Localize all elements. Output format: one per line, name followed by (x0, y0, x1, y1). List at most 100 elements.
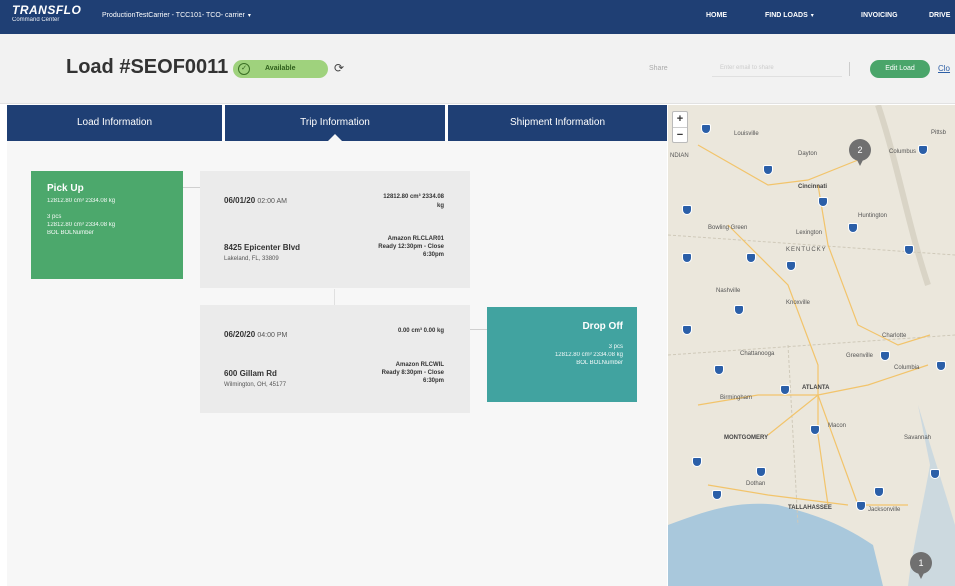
stop-time: 04:00 PM (257, 332, 288, 339)
map-label-columbia: Columbia (894, 365, 920, 371)
map-pin-stop-2[interactable]: 2 (849, 139, 871, 167)
nav-find-loads[interactable]: FIND LOADS ▾ (765, 12, 814, 19)
stop-ready-window: Ready 8:30pm - Close (381, 370, 444, 376)
share-email-input[interactable]: Enter email to share (712, 61, 842, 77)
pickup-pieces: 3 pcs (47, 214, 62, 220)
tab-shipment-information[interactable]: Shipment Information (448, 105, 667, 141)
pickup-measure-detail: 12812.80 cm³ 2334.08 kg (47, 222, 116, 228)
stop-date: 06/01/20 02:00 AM (224, 196, 287, 205)
carrier-selector[interactable]: ProductionTestCarrier - TCC101- TCO- car… (102, 12, 251, 19)
tab-trip-information[interactable]: Trip Information (225, 105, 445, 142)
nav-invoicing[interactable]: INVOICING (861, 12, 898, 19)
pin-number: 2 (849, 139, 871, 161)
interstate-shield-icon (930, 469, 940, 479)
top-nav-bar: TRANSFLO Command Center ProductionTestCa… (0, 0, 955, 34)
map-label-huntington: Huntington (858, 213, 888, 219)
interstate-shield-icon (780, 385, 790, 395)
map-label-louisville: Louisville (734, 131, 759, 137)
chevron-down-icon: ▾ (247, 13, 251, 19)
divider (849, 62, 850, 76)
map-label-dothan: Dothan (746, 481, 766, 487)
map-terrain (668, 105, 955, 586)
nav-home[interactable]: HOME (706, 12, 727, 19)
share-label: Share (649, 65, 668, 72)
pickup-bol: BOL BOLNumber (47, 230, 94, 236)
map-label-columbus: Columbus (889, 149, 917, 155)
pickup-card[interactable]: Pick Up 12812.80 cm³ 2334.08 kg 3 pcs 12… (31, 171, 183, 279)
stop-measure-unit: kg (436, 203, 444, 209)
chevron-down-icon: ▾ (810, 13, 814, 19)
stop-hours: Amazon RLCWIL Ready 8:30pm - Close 6:30p… (334, 361, 444, 385)
close-link[interactable]: Clo (938, 64, 950, 73)
stop-city: Wilmington, OH, 45177 (224, 382, 287, 388)
stop-measure: 0.00 cm³ 0.00 kg (334, 327, 444, 336)
map-label-cincinnati: Cincinnati (798, 184, 828, 190)
pin-number: 1 (910, 552, 932, 574)
nav-drivers[interactable]: DRIVE (929, 12, 950, 19)
connector-line (470, 329, 487, 330)
stop-date-value: 06/20/20 (224, 330, 256, 339)
pickup-title: Pick Up (47, 183, 84, 194)
map-label-indianapolis: NDIAN (670, 153, 689, 159)
interstate-shield-icon (682, 253, 692, 263)
map-pin-stop-1[interactable]: 1 (910, 552, 932, 580)
interstate-shield-icon (682, 205, 692, 215)
stop-card-pickup[interactable]: 06/01/20 02:00 AM 12812.80 cm³ 2334.08 k… (200, 171, 470, 288)
map-label-lexington: Lexington (796, 230, 823, 236)
refresh-icon[interactable]: ⟳ (334, 61, 344, 75)
interstate-shield-icon (746, 253, 756, 263)
stop-date: 06/20/20 04:00 PM (224, 330, 287, 339)
check-circle-icon: ✓ (238, 63, 250, 75)
stop-hours: Amazon RLCLAR01 Ready 12:30pm - Close 6:… (334, 235, 444, 259)
stop-close-time: 6:30pm (422, 378, 444, 384)
carrier-selector-label: ProductionTestCarrier - TCC101- TCO- car… (102, 12, 245, 19)
interstate-shield-icon (786, 261, 796, 271)
status-badge[interactable]: ✓ Available (233, 60, 328, 78)
stop-date-value: 06/01/20 (224, 196, 256, 205)
tab-load-information[interactable]: Load Information (7, 105, 222, 141)
stop-ready-window: Ready 12:30pm - Close (378, 244, 444, 250)
edit-load-button[interactable]: Edit Load (870, 60, 930, 78)
nav-find-loads-label: FIND LOADS (765, 12, 808, 19)
interstate-shield-icon (848, 223, 858, 233)
interstate-shield-icon (763, 165, 773, 175)
dropoff-card[interactable]: Drop Off 3 pcs 12812.80 cm³ 2334.08 kg B… (487, 307, 637, 402)
stop-city: Lakeland, FL, 33809 (224, 256, 279, 262)
stop-card-dropoff[interactable]: 06/20/20 04:00 PM 0.00 cm³ 0.00 kg 600 G… (200, 305, 470, 413)
map-label-tallahassee: TALLAHASSEE (788, 505, 832, 511)
stop-street: 600 Gillam Rd (224, 369, 277, 378)
map-label-savannah: Savannah (904, 435, 932, 441)
interstate-shield-icon (714, 365, 724, 375)
dropoff-bol: BOL BOLNumber (576, 360, 623, 366)
map-label-macon: Macon (828, 423, 847, 429)
map-label-knoxville: Knoxville (786, 300, 811, 306)
stop-time: 02:00 AM (257, 198, 287, 205)
dropoff-title: Drop Off (582, 321, 623, 332)
stop-close-time: 6:30pm (422, 252, 444, 258)
interstate-shield-icon (712, 490, 722, 500)
map-label-chattanooga: Chattanooga (740, 351, 775, 357)
connector-line (334, 289, 335, 305)
interstate-shield-icon (918, 145, 928, 155)
interstate-shield-icon (818, 197, 828, 207)
route-map[interactable]: + − NDIAN Louisville Dayton Columbus Pit… (668, 105, 955, 586)
map-label-birmingham: Birmingham (720, 395, 753, 401)
interstate-shield-icon (874, 487, 884, 497)
logo-subtitle: Command Center (12, 17, 60, 23)
pickup-measure: 12812.80 cm³ 2334.08 kg (47, 198, 116, 204)
interstate-shield-icon (856, 501, 866, 511)
interstate-shield-icon (734, 305, 744, 315)
load-header: Load #SEOF0011 ✓ Available ⟳ Share Enter… (0, 34, 955, 104)
transflo-logo[interactable]: TRANSFLO Command Center (12, 4, 81, 23)
stop-measure-line: 12812.80 cm³ 2334.08 (383, 194, 444, 200)
map-label-montgomery: MONTGOMERY (724, 435, 769, 441)
interstate-shield-icon (756, 467, 766, 477)
map-zoom-control: + − (672, 111, 688, 143)
map-label-charlotte: Charlotte (882, 333, 907, 339)
interstate-shield-icon (810, 425, 820, 435)
stop-facility: Amazon RLCWIL (395, 362, 444, 368)
zoom-in-button[interactable]: + (673, 112, 687, 127)
interstate-shield-icon (682, 325, 692, 335)
map-label-pittsburgh: Pittsb (931, 130, 947, 136)
zoom-out-button[interactable]: − (673, 127, 687, 142)
